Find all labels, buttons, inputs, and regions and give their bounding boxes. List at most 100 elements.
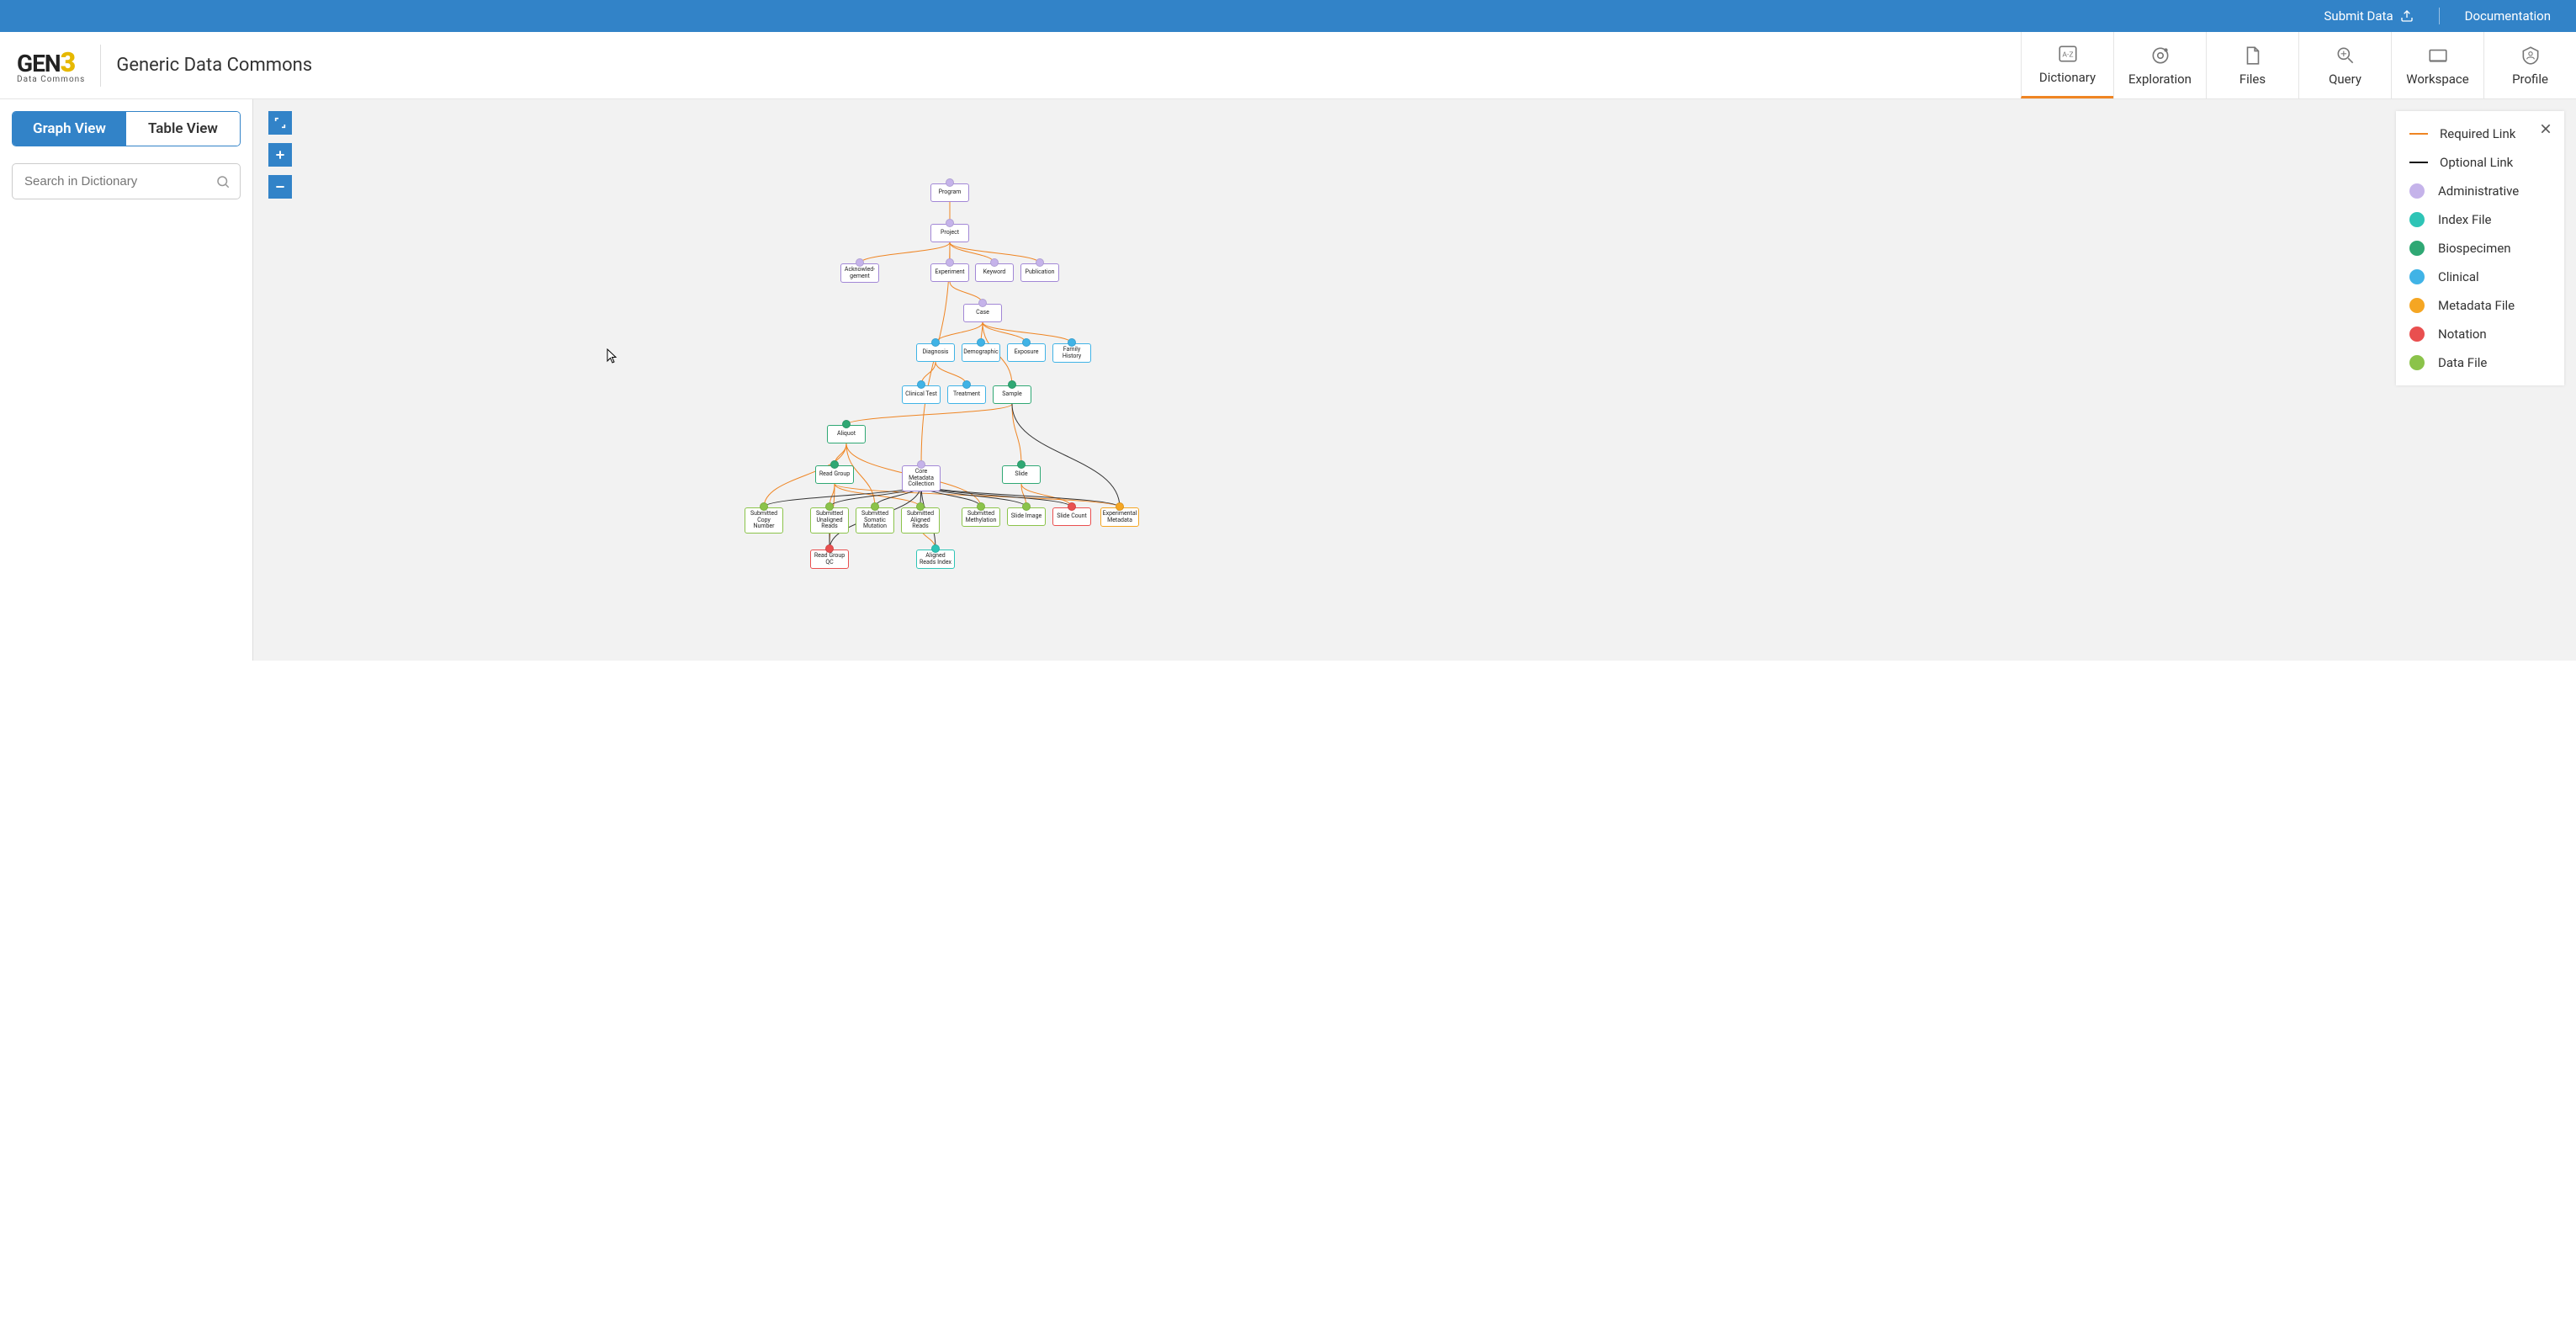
legend-item-index-file: Index File	[2396, 205, 2564, 234]
node-expmeta[interactable]: Experimental Metadata	[1100, 507, 1139, 527]
app-title: Generic Data Commons	[116, 55, 312, 76]
node-clintest[interactable]: Clinical Test	[902, 385, 941, 404]
node-label: Case	[976, 310, 989, 316]
nav-files[interactable]: Files	[2206, 32, 2298, 98]
node-label: Treatment	[953, 391, 980, 398]
nav-query[interactable]: Query	[2298, 32, 2391, 98]
graph-view-button[interactable]: Graph View	[13, 112, 126, 146]
node-sm[interactable]: Submitted Methylation	[962, 507, 1000, 527]
logo-divider	[100, 45, 101, 87]
graph-canvas[interactable]: Program Project Acknowled-gement Experiment…	[252, 99, 2576, 661]
node-label: Read Group QC	[812, 553, 847, 565]
nav-label: Profile	[2512, 72, 2548, 87]
node-keyword[interactable]: Keyword	[975, 263, 1014, 282]
node-scn[interactable]: Submitted Copy Number	[745, 507, 783, 534]
upload-icon	[2400, 9, 2414, 23]
legend-item-notation: Notation	[2396, 320, 2564, 348]
node-label: Sample	[1002, 391, 1021, 398]
node-label: Aliquot	[837, 431, 856, 438]
node-sar[interactable]: Submitted Aligned Reads	[901, 507, 940, 534]
close-icon	[2539, 122, 2552, 135]
files-icon	[2242, 45, 2264, 66]
node-cmc[interactable]: Core Metadata Collection	[902, 465, 941, 491]
node-rgqc[interactable]: Read Group QC	[810, 550, 849, 569]
topbar-divider	[2439, 8, 2440, 24]
node-experiment[interactable]: Experiment	[930, 263, 969, 282]
node-ari[interactable]: Aligned Reads Index	[916, 550, 955, 569]
node-label: Demographic	[963, 349, 999, 356]
node-sample[interactable]: Sample	[993, 385, 1031, 404]
node-label: Acknowled-gement	[842, 267, 877, 279]
search-icon	[215, 174, 231, 189]
node-label: Core Metadata Collection	[904, 469, 939, 488]
node-readgroup[interactable]: Read Group	[815, 465, 854, 484]
main-nav: A-Z Dictionary Exploration Files Query Worksp…	[2021, 32, 2576, 98]
legend-item-data-file: Data File	[2396, 348, 2564, 377]
zoom-in-button[interactable]	[268, 143, 292, 167]
node-ack[interactable]: Acknowled-gement	[840, 263, 879, 283]
fit-screen-button[interactable]	[268, 111, 292, 135]
node-diagnosis[interactable]: Diagnosis	[916, 343, 955, 362]
node-label: Submitted Unaligned Reads	[812, 511, 847, 530]
node-label: Slide Image	[1011, 513, 1042, 520]
node-label: Publication	[1026, 269, 1055, 276]
node-label: Submitted Somatic Mutation	[857, 511, 893, 530]
legend-item-administrative: Administrative	[2396, 177, 2564, 205]
node-project[interactable]: Project	[930, 224, 969, 242]
node-family[interactable]: Family History	[1052, 343, 1091, 363]
header: GEN3 Data Commons Generic Data Commons A…	[0, 32, 2576, 99]
node-publication[interactable]: Publication	[1020, 263, 1059, 282]
logo-block[interactable]: GEN3 Data Commons Generic Data Commons	[0, 32, 329, 98]
zoom-controls	[268, 111, 292, 199]
node-case[interactable]: Case	[963, 304, 1002, 322]
nav-exploration[interactable]: Exploration	[2113, 32, 2206, 98]
nav-label: Query	[2329, 72, 2361, 87]
view-toggle: Graph View Table View	[12, 111, 241, 146]
node-aliquot[interactable]: Aliquot	[827, 425, 866, 443]
node-treatment[interactable]: Treatment	[947, 385, 986, 404]
nav-profile[interactable]: Profile	[2483, 32, 2576, 98]
node-label: Read Group	[819, 471, 850, 478]
nav-label: Workspace	[2406, 72, 2468, 87]
node-label: Program	[939, 189, 962, 196]
zoom-out-button[interactable]	[268, 175, 292, 199]
node-program[interactable]: Program	[930, 183, 969, 202]
search-input[interactable]	[12, 163, 241, 199]
node-label: Keyword	[983, 269, 1006, 276]
node-label: Experimental Metadata	[1102, 511, 1137, 523]
documentation-link[interactable]: Documentation	[2465, 8, 2551, 24]
minus-icon	[273, 180, 287, 194]
node-label: Experiment	[935, 269, 964, 276]
node-label: Aligned Reads Index	[918, 553, 953, 565]
legend-close-button[interactable]	[2539, 119, 2552, 140]
table-view-button[interactable]: Table View	[126, 112, 240, 146]
node-sur[interactable]: Submitted Unaligned Reads	[810, 507, 849, 534]
legend-panel: Required Link Optional Link Administrati…	[2396, 111, 2564, 385]
node-slidecount[interactable]: Slide Count	[1052, 507, 1091, 526]
legend-item-biospecimen: Biospecimen	[2396, 234, 2564, 263]
nav-workspace[interactable]: Workspace	[2391, 32, 2483, 98]
node-label: Clinical Test	[905, 391, 937, 398]
documentation-label: Documentation	[2465, 8, 2551, 24]
submit-data-link[interactable]: Submit Data	[2324, 8, 2414, 24]
fullscreen-icon	[273, 116, 287, 130]
query-icon	[2335, 45, 2356, 66]
nav-dictionary[interactable]: A-Z Dictionary	[2021, 32, 2113, 98]
node-demographic[interactable]: Demographic	[962, 343, 1000, 362]
nav-label: Dictionary	[2039, 70, 2096, 85]
svg-text:A-Z: A-Z	[2062, 50, 2073, 59]
exploration-icon	[2149, 45, 2171, 66]
nav-label: Exploration	[2128, 72, 2192, 87]
node-label: Submitted Copy Number	[746, 511, 782, 530]
node-label: Exposure	[1015, 349, 1039, 356]
main: Graph View Table View Program Project Ackn…	[0, 99, 2576, 661]
node-ssm[interactable]: Submitted Somatic Mutation	[856, 507, 894, 534]
node-slide[interactable]: Slide	[1002, 465, 1041, 484]
node-slideimg[interactable]: Slide Image	[1007, 507, 1046, 526]
logo: GEN3	[17, 46, 85, 78]
legend-optional-link: Optional Link	[2396, 148, 2564, 177]
node-exposure[interactable]: Exposure	[1007, 343, 1046, 362]
legend-item-metadata-file: Metadata File	[2396, 291, 2564, 320]
sidebar: Graph View Table View	[0, 99, 252, 661]
plus-icon	[273, 148, 287, 162]
